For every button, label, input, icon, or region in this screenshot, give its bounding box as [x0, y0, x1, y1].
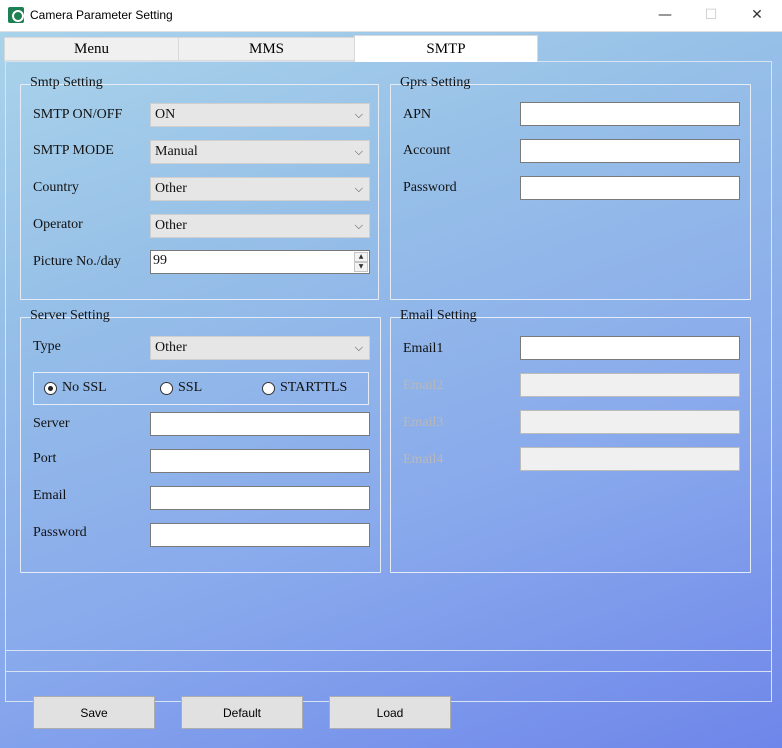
operator-label: Operator — [33, 217, 83, 232]
picture-per-day-stepper[interactable]: 99 ▲ ▼ — [150, 250, 370, 274]
smtp-mode-select[interactable]: Manual ⌵ — [150, 140, 370, 164]
country-select[interactable]: Other ⌵ — [150, 177, 370, 201]
email-setting-group: Email Setting Email1 Email2 Email3 Email… — [390, 308, 751, 573]
type-value: Other — [155, 340, 187, 355]
picture-per-day-value: 99 — [153, 253, 167, 268]
country-label: Country — [33, 180, 79, 195]
country-value: Other — [155, 181, 187, 196]
server-setting-group: Server Setting Type Other ⌵ Server Port … — [20, 308, 381, 573]
picture-per-day-label: Picture No./day — [33, 254, 121, 269]
app-icon — [8, 7, 24, 23]
radio-unchecked-icon — [262, 381, 275, 395]
email3-input — [520, 410, 740, 434]
chevron-down-icon: ⌵ — [354, 145, 363, 158]
gprs-password-input[interactable] — [520, 176, 740, 200]
smtp-on-off-select[interactable]: ON ⌵ — [150, 103, 370, 127]
load-button[interactable]: Load — [329, 696, 451, 729]
smtp-setting-title: Smtp Setting — [30, 75, 103, 90]
gprs-setting-title: Gprs Setting — [400, 75, 471, 90]
email2-label: Email2 — [403, 378, 444, 393]
starttls-label: STARTTLS — [280, 380, 348, 395]
spin-up-icon[interactable]: ▲ — [354, 252, 368, 262]
gprs-setting-group: Gprs Setting APN Account Password — [390, 75, 751, 300]
gprs-password-label: Password — [403, 180, 457, 195]
chevron-down-icon: ⌵ — [354, 219, 363, 232]
email-label: Email — [33, 488, 67, 503]
radio-checked-icon — [44, 381, 57, 395]
smtp-mode-label: SMTP MODE — [33, 143, 114, 158]
account-input[interactable] — [520, 139, 740, 163]
client-area: Menu MMS SMTP Smtp Setting SMTP ON/OFF O… — [0, 32, 782, 748]
email4-label: Email4 — [403, 452, 444, 467]
server-setting-title: Server Setting — [30, 308, 110, 323]
port-label: Port — [33, 451, 57, 466]
email1-input[interactable] — [520, 336, 740, 360]
smtp-on-off-label: SMTP ON/OFF — [33, 107, 123, 122]
server-label: Server — [33, 416, 70, 431]
operator-value: Other — [155, 218, 187, 233]
smtp-on-off-value: ON — [155, 107, 176, 122]
tab-menu[interactable]: Menu — [4, 37, 179, 61]
email2-input — [520, 373, 740, 397]
email4-input — [520, 447, 740, 471]
no-ssl-radio[interactable]: No SSL — [44, 380, 107, 396]
close-button[interactable]: ✕ — [734, 0, 780, 30]
spin-buttons: ▲ ▼ — [354, 252, 368, 272]
chevron-down-icon: ⌵ — [354, 182, 363, 195]
title-bar: Camera Parameter Setting — ☐ ✕ — [0, 0, 782, 32]
email-setting-title: Email Setting — [400, 308, 477, 323]
radio-unchecked-icon — [160, 381, 173, 395]
window-title: Camera Parameter Setting — [30, 8, 173, 22]
chevron-down-icon: ⌵ — [354, 341, 363, 354]
default-button[interactable]: Default — [181, 696, 303, 729]
operator-select[interactable]: Other ⌵ — [150, 214, 370, 238]
email-input[interactable] — [150, 486, 370, 510]
maximize-button: ☐ — [704, 7, 718, 23]
starttls-radio[interactable]: STARTTLS — [262, 380, 347, 396]
email3-label: Email3 — [403, 415, 444, 430]
tab-page-smtp: Smtp Setting SMTP ON/OFF ON ⌵ SMTP MODE … — [5, 61, 772, 702]
minimize-button[interactable]: — — [642, 0, 688, 30]
tab-mms[interactable]: MMS — [178, 37, 355, 61]
save-button[interactable]: Save — [33, 696, 155, 729]
server-password-input[interactable] — [150, 523, 370, 547]
server-input[interactable] — [150, 412, 370, 436]
type-label: Type — [33, 339, 61, 354]
type-select[interactable]: Other ⌵ — [150, 336, 370, 360]
status-strip — [5, 650, 772, 672]
no-ssl-label: No SSL — [62, 380, 107, 395]
tab-smtp[interactable]: SMTP — [354, 35, 538, 62]
email1-label: Email1 — [403, 341, 444, 356]
smtp-mode-value: Manual — [155, 144, 198, 159]
spin-down-icon[interactable]: ▼ — [354, 262, 368, 272]
server-password-label: Password — [33, 525, 87, 540]
ssl-label: SSL — [178, 380, 203, 395]
apn-label: APN — [403, 107, 432, 122]
port-input[interactable] — [150, 449, 370, 473]
ssl-radio[interactable]: SSL — [160, 380, 202, 396]
account-label: Account — [403, 143, 451, 158]
smtp-setting-group: Smtp Setting SMTP ON/OFF ON ⌵ SMTP MODE … — [20, 75, 379, 300]
chevron-down-icon: ⌵ — [354, 108, 363, 121]
ssl-radio-group: No SSL SSL STARTTLS — [33, 372, 369, 405]
apn-input[interactable] — [520, 102, 740, 126]
